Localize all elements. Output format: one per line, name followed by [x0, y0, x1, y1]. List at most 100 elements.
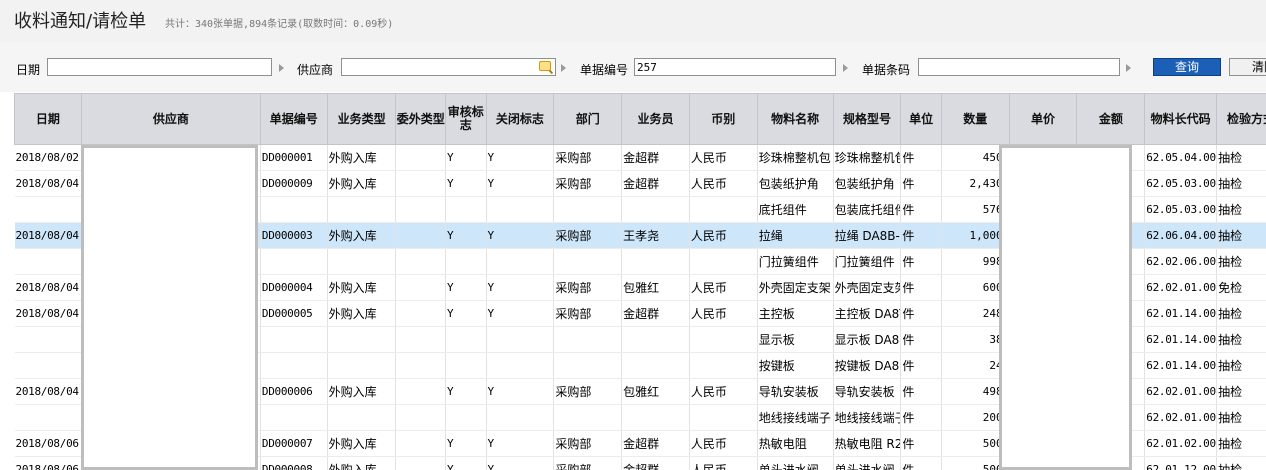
table-cell: Y — [445, 430, 487, 457]
table-cell: 外购入库 — [327, 456, 397, 470]
table-cell: 采购部 — [553, 144, 623, 171]
table-cell: 抽检 — [1216, 430, 1266, 457]
table-cell: 62.02.06.00 — [1144, 248, 1218, 275]
column-header[interactable]: 数量 — [940, 93, 1010, 145]
table-cell: Y — [445, 170, 487, 197]
table-cell — [395, 222, 447, 249]
table-cell: Y — [486, 274, 555, 301]
table-cell — [621, 326, 690, 353]
table-cell: Y — [486, 300, 555, 327]
column-header[interactable]: 规格型号 — [832, 93, 902, 145]
table-cell: 抽检 — [1216, 404, 1266, 431]
column-header[interactable]: 单位 — [900, 93, 942, 145]
table-cell: 62.06.04.00 — [1144, 222, 1218, 249]
column-header[interactable]: 检验方式 — [1216, 93, 1266, 145]
supplier-arrow-icon[interactable] — [561, 64, 566, 72]
table-cell: 件 — [900, 300, 942, 327]
table-cell: 包雅红 — [621, 378, 690, 405]
table-cell: 2018/08/02 — [14, 144, 82, 171]
table-cell: 热敏电阻 R2 — [833, 430, 902, 457]
column-header[interactable]: 单据编号 — [259, 93, 328, 145]
table-cell: 抽检 — [1216, 352, 1266, 379]
table-cell — [553, 326, 623, 353]
bill-no-arrow-icon[interactable] — [843, 64, 848, 72]
table-cell: 显示板 — [757, 326, 834, 353]
table-cell — [621, 196, 690, 223]
table-cell — [260, 248, 328, 275]
barcode-arrow-icon[interactable] — [1126, 64, 1131, 72]
table-cell: 62.02.01.00 — [1144, 274, 1218, 301]
table-cell — [445, 352, 487, 379]
table-cell: 采购部 — [553, 274, 623, 301]
table-cell: 人民币 — [689, 300, 758, 327]
table-cell: Y — [445, 274, 487, 301]
table-cell — [395, 196, 447, 223]
column-header[interactable]: 供应商 — [80, 93, 261, 145]
table-cell: 2018/08/04 — [14, 170, 82, 197]
column-header[interactable]: 单价 — [1008, 93, 1078, 145]
column-header[interactable]: 部门 — [553, 93, 623, 145]
table-cell — [395, 378, 447, 405]
column-header[interactable]: 日期 — [14, 93, 82, 145]
supplier-label: 供应商 — [297, 63, 334, 77]
table-cell: 人民币 — [689, 378, 758, 405]
table-cell: DD000001 — [260, 144, 328, 171]
table-cell: 外壳固定支架 — [757, 274, 834, 301]
column-header[interactable]: 委外类型 — [395, 93, 447, 145]
table-cell: 件 — [900, 144, 942, 171]
table-cell: 采购部 — [553, 300, 623, 327]
redacted-supplier-area — [81, 145, 258, 470]
column-header[interactable]: 物料长代码 — [1144, 93, 1218, 145]
table-cell: 包装纸护角 — [833, 170, 902, 197]
filter-bar: 日期 供应商 单据编号 单据条码 查询 清除 — [0, 42, 1266, 92]
column-header[interactable]: 业务类型 — [326, 93, 397, 145]
redacted-price-area — [999, 145, 1132, 470]
table-cell: Y — [486, 170, 555, 197]
table-cell: 62.02.01.00 — [1144, 378, 1218, 405]
table-cell: DD000006 — [260, 378, 328, 405]
table-cell: 外购入库 — [327, 430, 397, 457]
table-cell: 显示板 DA8B — [833, 326, 902, 353]
table-cell: 抽检 — [1216, 222, 1266, 249]
table-cell — [395, 300, 447, 327]
date-arrow-icon[interactable] — [279, 64, 284, 72]
table-cell: 采购部 — [553, 378, 623, 405]
date-label: 日期 — [16, 63, 41, 77]
column-header[interactable]: 审核标志 — [445, 93, 487, 145]
column-header[interactable]: 金额 — [1076, 93, 1146, 145]
table-cell: 外购入库 — [327, 222, 397, 249]
table-cell: 采购部 — [553, 222, 623, 249]
bill-no-input[interactable] — [634, 58, 836, 76]
clear-button[interactable]: 清除 — [1229, 58, 1266, 76]
query-button[interactable]: 查询 — [1153, 58, 1221, 76]
column-header[interactable]: 业务员 — [621, 93, 690, 145]
table-cell: Y — [445, 144, 487, 171]
table-cell: 导轨安装板 — [833, 378, 902, 405]
date-input[interactable] — [47, 58, 272, 76]
table-cell — [689, 248, 758, 275]
table-cell — [689, 352, 758, 379]
table-cell — [327, 352, 397, 379]
table-header: 日期 供应商 单据编号 业务类型 委外类型 审核标志 关闭标志 部门 业务员 币别 物料名称 规格型号… — [14, 93, 1266, 145]
supplier-input[interactable] — [341, 58, 556, 76]
table-cell: 人民币 — [689, 430, 758, 457]
table-cell: 金超群 — [621, 300, 690, 327]
table-cell: 件 — [900, 456, 942, 470]
table-cell — [14, 196, 82, 223]
lookup-icon[interactable] — [539, 61, 551, 71]
table-cell — [486, 196, 555, 223]
barcode-input[interactable] — [918, 58, 1120, 76]
table-cell — [14, 404, 82, 431]
table-cell: 抽检 — [1216, 170, 1266, 197]
table-cell: 主控板 — [757, 300, 834, 327]
table-cell: Y — [486, 430, 555, 457]
column-header[interactable]: 物料名称 — [756, 93, 834, 145]
table-cell: 人民币 — [689, 456, 758, 470]
table-cell — [621, 404, 690, 431]
table-cell: 拉绳 — [757, 222, 834, 249]
table-cell — [395, 248, 447, 275]
table-cell: 2018/08/04 — [14, 274, 82, 301]
column-header[interactable]: 币别 — [688, 93, 758, 145]
column-header[interactable]: 关闭标志 — [485, 93, 555, 145]
table-cell: 件 — [900, 404, 942, 431]
